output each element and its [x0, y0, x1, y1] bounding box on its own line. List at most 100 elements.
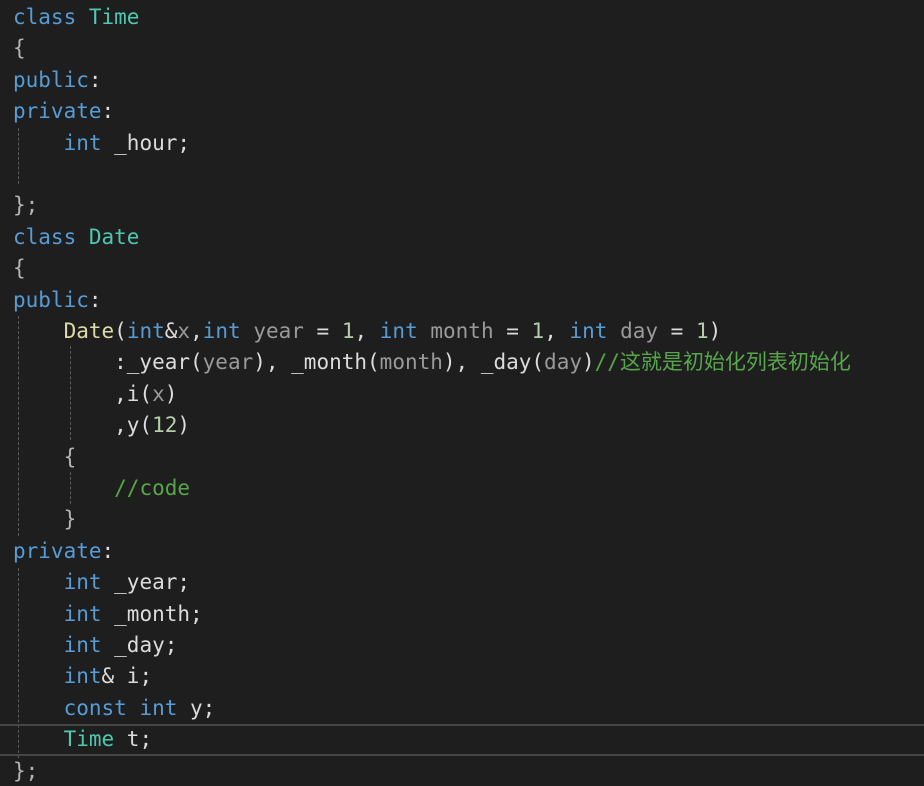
- code-token: :: [88, 287, 102, 312]
- code-token: :_year(: [13, 350, 203, 375]
- code-token: public: [13, 287, 89, 312]
- code-line[interactable]: int& i;: [0, 661, 924, 692]
- code-token: const: [63, 695, 127, 720]
- code-token: =: [493, 319, 532, 343]
- code-line[interactable]: };: [0, 756, 924, 786]
- code-token: ): [177, 413, 191, 438]
- code-token: ): [708, 319, 722, 343]
- code-line[interactable]: }: [0, 504, 924, 535]
- code-token: int: [379, 319, 418, 343]
- code-token: int: [63, 664, 102, 689]
- code-line-text: private:: [13, 536, 114, 567]
- code-token: Time: [63, 727, 115, 752]
- code-line[interactable]: const int y;: [0, 693, 924, 724]
- code-line[interactable]: //code: [0, 473, 924, 504]
- code-token: class: [13, 5, 77, 29]
- code-token: ): [164, 381, 178, 406]
- code-token: int: [569, 319, 608, 343]
- code-line-text: Date(int&x,int year = 1, int month = 1, …: [13, 316, 722, 347]
- code-token: ): [581, 350, 595, 375]
- code-token: day: [620, 319, 659, 343]
- code-token: int: [63, 633, 102, 657]
- code-line[interactable]: ,y(12): [0, 410, 924, 441]
- code-line[interactable]: private:: [0, 536, 924, 567]
- code-line[interactable]: class Date: [0, 222, 924, 253]
- code-line-text: int _month;: [13, 599, 203, 630]
- code-line-text: ,i(x): [13, 379, 177, 410]
- code-line[interactable]: {: [0, 33, 924, 64]
- code-token: {: [13, 444, 77, 469]
- code-token: :: [88, 67, 102, 92]
- code-token: (: [114, 319, 127, 343]
- code-token: //这就是初始化列表初始化: [594, 350, 851, 375]
- code-line[interactable]: {: [0, 442, 924, 473]
- code-token: Date: [88, 224, 140, 249]
- code-token: 1: [531, 319, 545, 343]
- code-line-text: int _year;: [13, 567, 190, 598]
- code-token: _hour;: [101, 130, 191, 155]
- code-token: int: [202, 319, 241, 343]
- code-line-text: {: [13, 442, 77, 473]
- code-token: month: [379, 350, 443, 375]
- code-token: public: [13, 67, 89, 92]
- code-line-text: int _day;: [13, 630, 178, 661]
- code-token: x: [177, 319, 191, 343]
- code-token: private: [13, 99, 102, 124]
- code-line[interactable]: int _day;: [0, 630, 924, 661]
- code-token: ,y(: [13, 413, 153, 438]
- code-token: x: [152, 381, 165, 406]
- code-line[interactable]: ,i(x): [0, 379, 924, 410]
- code-line[interactable]: int _year;: [0, 567, 924, 598]
- code-token: month: [430, 319, 494, 343]
- code-line[interactable]: private:: [0, 96, 924, 127]
- code-token: y;: [177, 695, 216, 720]
- code-token: =: [303, 319, 342, 343]
- code-token: :: [101, 99, 115, 124]
- code-line-text: public:: [13, 285, 102, 316]
- code-line[interactable]: public:: [0, 65, 924, 96]
- code-line[interactable]: {: [0, 253, 924, 284]
- code-line[interactable]: int _hour;: [0, 128, 924, 159]
- code-line[interactable]: public:: [0, 285, 924, 316]
- code-line[interactable]: Date(int&x,int year = 1, int month = 1, …: [0, 316, 924, 347]
- code-line-text: //code: [13, 473, 190, 504]
- code-line[interactable]: int _month;: [0, 599, 924, 630]
- code-line[interactable]: :_year(year), _month(month), _day(day)//…: [0, 347, 924, 378]
- code-line[interactable]: class Time: [0, 2, 924, 33]
- code-token: //code: [114, 476, 191, 500]
- code-token: 1: [341, 319, 355, 343]
- code-line[interactable]: };: [0, 190, 924, 221]
- code-token: ,: [544, 319, 570, 343]
- code-line-text: const int y;: [13, 693, 216, 724]
- code-token: class: [13, 224, 77, 249]
- code-token: {: [13, 36, 26, 61]
- code-token: int: [63, 570, 102, 595]
- code-token: }: [13, 507, 77, 532]
- code-token: &: [164, 319, 178, 343]
- code-editor[interactable]: class Time{public: private: int _hour;}; c…: [0, 0, 924, 786]
- code-token: ), _day(: [442, 350, 545, 375]
- code-line[interactable]: Time t;: [0, 724, 924, 756]
- code-line-text: Time t;: [13, 726, 153, 753]
- code-line-text: public:: [13, 65, 102, 96]
- code-token: =: [658, 319, 696, 343]
- code-line[interactable]: [0, 159, 924, 190]
- code-line-text: :_year(year), _month(month), _day(day)//…: [13, 347, 851, 378]
- code-line-text: class Date: [13, 222, 139, 253]
- code-token: ), _month(: [253, 350, 380, 375]
- code-line-text: int _hour;: [13, 128, 190, 159]
- code-token: int: [63, 130, 102, 155]
